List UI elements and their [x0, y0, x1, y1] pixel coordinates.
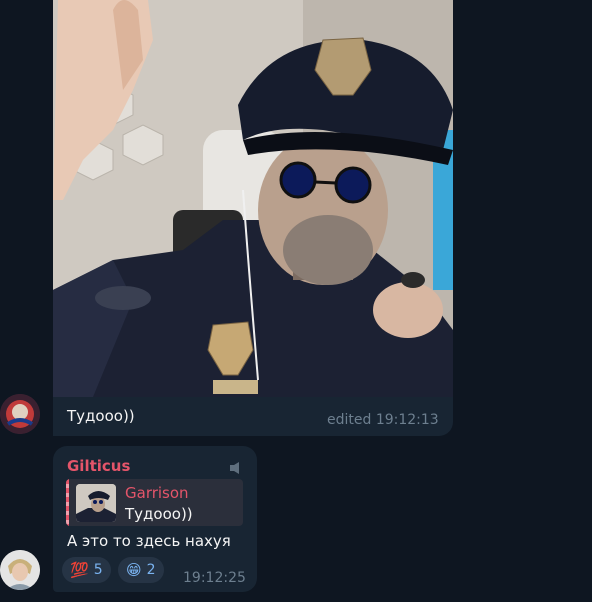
- reply-author: Garrison: [125, 484, 189, 502]
- reply-text: Тудооо)): [125, 505, 193, 523]
- avatar-gilticus[interactable]: [0, 550, 40, 590]
- message-edited-time: edited 19:12:13: [327, 412, 439, 428]
- avatar-gilticus-image: [0, 550, 40, 590]
- sender-name[interactable]: Gilticus: [67, 457, 130, 475]
- reaction-grin[interactable]: 😁 2: [118, 557, 164, 583]
- photo-attachment[interactable]: [53, 0, 453, 397]
- photo-image: [53, 0, 453, 397]
- reaction-100[interactable]: 💯 5: [62, 557, 111, 583]
- hundred-points-icon: 💯: [70, 561, 89, 579]
- grinning-face-icon: 😁: [126, 561, 142, 579]
- message-text: Тудооо)): [67, 407, 135, 425]
- avatar-garrison-image: [0, 394, 40, 434]
- reply-preview[interactable]: Garrison Тудооо)): [66, 479, 243, 526]
- reply-thumbnail: [76, 484, 116, 522]
- pinned-speaker-icon: [228, 459, 244, 478]
- message-text: А это то здесь нахуя: [67, 532, 231, 550]
- reaction-count: 5: [93, 562, 103, 578]
- message-time: 19:12:25: [183, 570, 246, 586]
- reaction-count: 2: [146, 562, 156, 578]
- reply-bar: [66, 479, 69, 526]
- avatar-garrison[interactable]: [0, 394, 40, 434]
